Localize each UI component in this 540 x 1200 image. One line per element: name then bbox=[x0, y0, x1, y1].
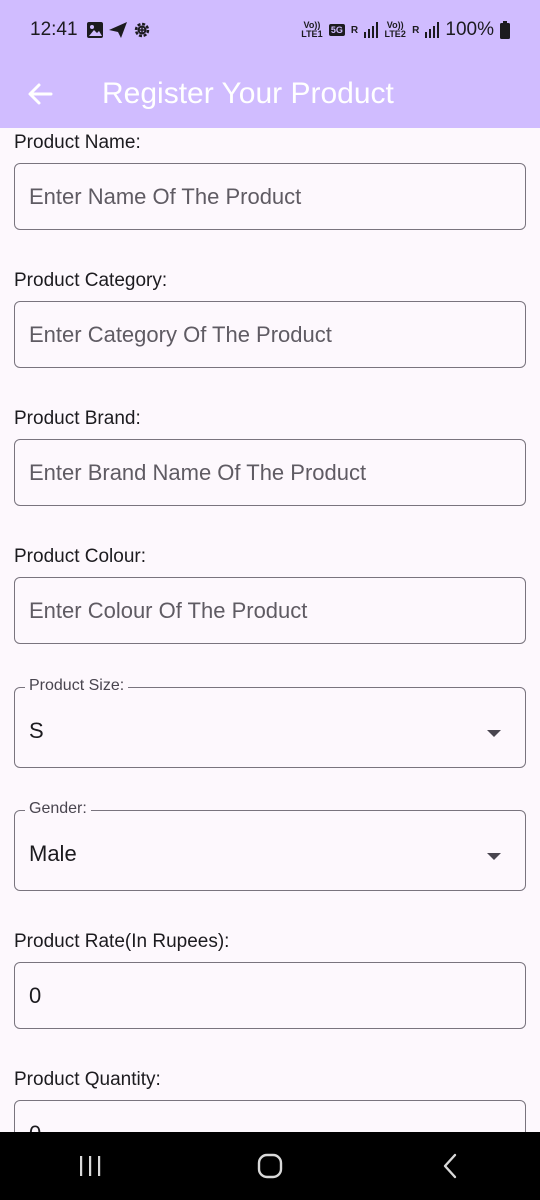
volte-2-indicator: Vo)) LTE2 bbox=[384, 20, 406, 39]
dropdown-arrow-icon bbox=[487, 852, 501, 860]
gender-label: Gender: bbox=[25, 800, 91, 818]
signal-icon-2 bbox=[425, 22, 440, 38]
product-size-value: S bbox=[29, 717, 44, 743]
product-name-input[interactable] bbox=[29, 183, 525, 210]
home-icon bbox=[257, 1153, 283, 1179]
arrow-back-icon bbox=[28, 83, 53, 105]
product-category-field[interactable] bbox=[14, 301, 526, 368]
battery-icon bbox=[500, 21, 510, 39]
form-scroll-area[interactable]: Product Name: Product Category: Product … bbox=[0, 128, 540, 1132]
back-nav-button[interactable] bbox=[410, 1136, 490, 1196]
volte-1-indicator: Vo)) LTE1 bbox=[301, 20, 323, 39]
product-colour-field[interactable] bbox=[14, 577, 526, 644]
product-name-label: Product Name: bbox=[14, 132, 141, 153]
page-title: Register Your Product bbox=[102, 77, 394, 110]
app-bar: Register Your Product bbox=[0, 60, 540, 128]
status-bar: 12:41 Vo)) LTE1 5G R Vo)) LTE2 R 100% bbox=[0, 0, 540, 60]
product-category-label: Product Category: bbox=[14, 270, 168, 291]
product-brand-label: Product Brand: bbox=[14, 408, 141, 429]
battery-percent: 100% bbox=[445, 19, 494, 40]
product-size-label: Product Size: bbox=[25, 677, 129, 695]
gender-dropdown[interactable]: Gender: Male bbox=[14, 800, 526, 891]
product-brand-field[interactable] bbox=[14, 439, 526, 506]
roaming-indicator-2: R bbox=[412, 24, 420, 36]
status-time: 12:41 bbox=[30, 19, 78, 40]
product-brand-input[interactable] bbox=[29, 459, 525, 486]
product-quantity-input[interactable] bbox=[29, 1120, 525, 1132]
recents-icon bbox=[80, 1156, 101, 1176]
status-right-group: Vo)) LTE1 5G R Vo)) LTE2 R 100% bbox=[301, 19, 510, 41]
send-icon bbox=[108, 22, 127, 38]
5g-badge: 5G bbox=[328, 24, 345, 36]
product-size-dropdown[interactable]: Product Size: S bbox=[14, 677, 526, 768]
chevron-left-icon bbox=[443, 1153, 457, 1179]
product-colour-input[interactable] bbox=[29, 597, 525, 624]
notification-icons bbox=[86, 20, 152, 40]
product-rate-field[interactable] bbox=[14, 962, 526, 1029]
product-quantity-label: Product Quantity: bbox=[14, 1069, 161, 1090]
back-button[interactable] bbox=[10, 64, 70, 124]
recents-button[interactable] bbox=[50, 1136, 130, 1196]
product-category-input[interactable] bbox=[29, 321, 525, 348]
settings-icon bbox=[134, 22, 149, 38]
roaming-indicator-1: R bbox=[350, 24, 359, 36]
product-quantity-field[interactable] bbox=[14, 1100, 526, 1132]
product-rate-label: Product Rate(In Rupees): bbox=[14, 931, 230, 952]
gallery-icon bbox=[86, 22, 103, 38]
home-button[interactable] bbox=[230, 1136, 310, 1196]
product-rate-input[interactable] bbox=[29, 982, 525, 1009]
gender-value: Male bbox=[29, 840, 77, 866]
product-colour-label: Product Colour: bbox=[14, 546, 147, 567]
dropdown-arrow-icon bbox=[487, 729, 501, 737]
signal-icon-1 bbox=[364, 22, 379, 38]
system-nav-bar bbox=[0, 1132, 540, 1200]
product-name-field[interactable] bbox=[14, 163, 526, 230]
